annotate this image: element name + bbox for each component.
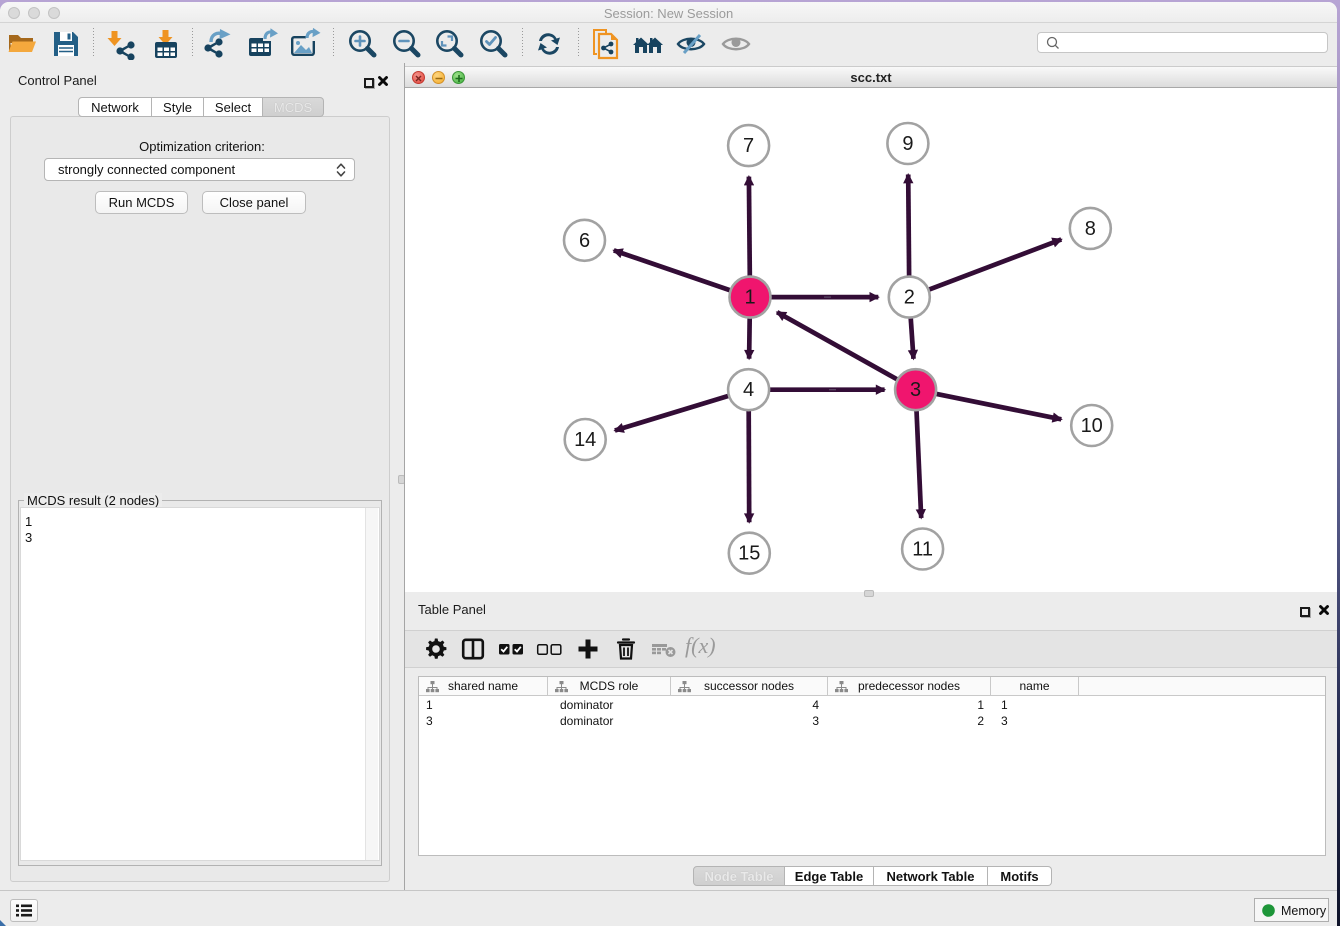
svg-text:6: 6 (579, 230, 590, 252)
svg-text:4: 4 (743, 379, 754, 401)
svg-text:10: 10 (1081, 415, 1103, 437)
svg-text:9: 9 (902, 133, 913, 155)
svg-text:7: 7 (743, 135, 754, 157)
svg-text:1: 1 (744, 287, 755, 309)
svg-text:8: 8 (1085, 218, 1096, 240)
svg-text:11: 11 (912, 539, 933, 561)
svg-text:14: 14 (574, 429, 596, 451)
svg-text:3: 3 (910, 379, 921, 401)
svg-text:2: 2 (904, 287, 915, 309)
svg-text:15: 15 (738, 543, 760, 565)
